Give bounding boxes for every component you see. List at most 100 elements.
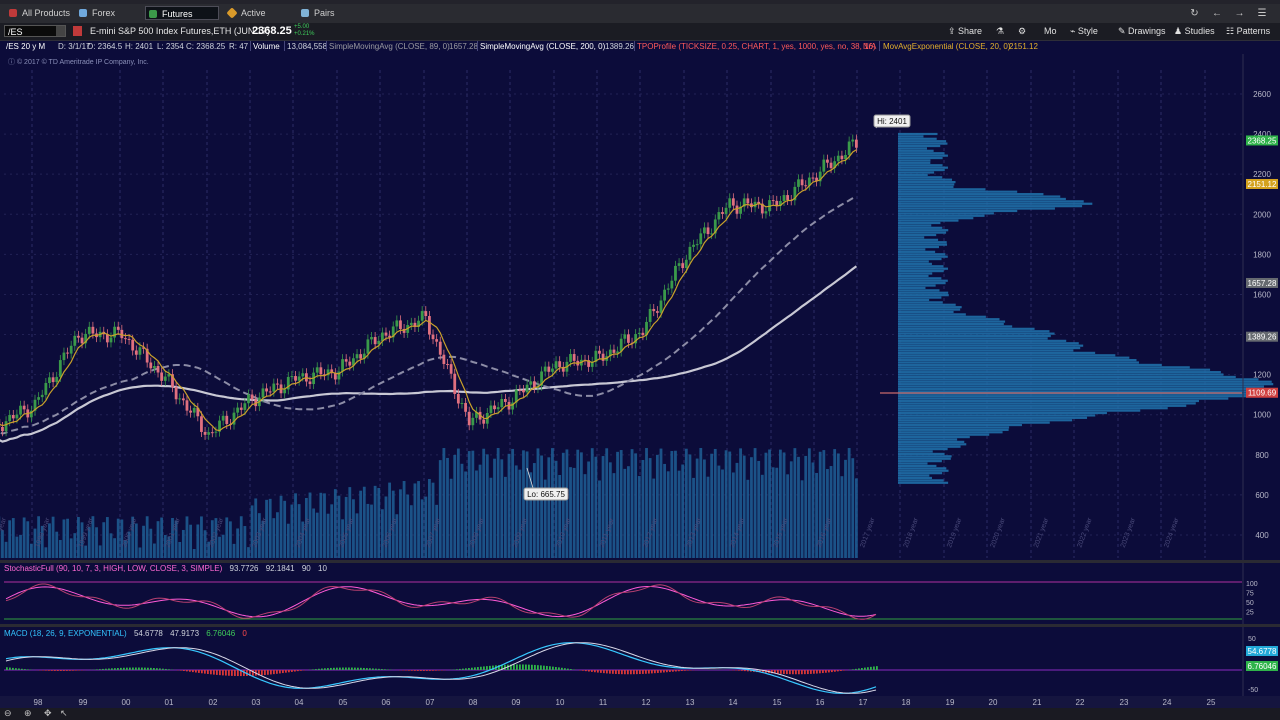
stochastic-title[interactable]: StochasticFull (90, 10, 7, 3, HIGH, LOW,… [4,564,222,573]
macd-histogram-bar [657,670,659,673]
volume-bar [496,448,500,558]
macd-histogram-bar [744,670,746,672]
candle-body [731,198,735,206]
volume-bar [590,448,594,558]
macd-histogram-bar [516,664,518,670]
candle-body [641,332,645,336]
volume-bar [181,529,185,558]
tpo-bar [898,270,944,273]
volume-bar [833,449,837,558]
volume-bar [536,448,540,558]
volume-bar [58,540,62,558]
candle-body [797,179,800,187]
volume-bar [409,505,413,558]
time-axis-label: 99 [79,698,88,707]
volume-bar [706,476,710,558]
tpo-bar [898,390,1264,393]
candle-body [518,389,522,391]
macd-histogram-bar [210,670,212,675]
macd-histogram-bar [522,664,524,670]
tpo-bar [898,241,947,244]
tpo-bar [898,426,1010,429]
time-axis-label: 01 [165,698,174,707]
macd-histogram-bar [57,670,59,671]
volume-bar [192,549,196,558]
tpo-bar [898,149,934,152]
volume-bar [333,489,337,558]
macd-histogram-bar [546,665,548,670]
volume-bar [373,485,377,558]
macd-histogram-bar [819,670,821,674]
candle-body [77,335,80,338]
macd-histogram-bar [24,669,26,670]
tpo-bar [898,472,943,475]
macd-histogram-bar [414,670,416,671]
tpo-bar [898,185,954,189]
candle-body [688,246,692,260]
macd-histogram-bar [75,670,77,671]
crosshair-icon[interactable]: ✥ [44,708,52,719]
volume-bar [116,518,120,558]
volume-bar [836,453,840,558]
candle-body [482,419,486,424]
macd-histogram-bar [336,667,338,670]
volume-bar [362,486,366,558]
zoom-in-icon[interactable]: ⊕ [24,708,32,719]
cursor-icon[interactable]: ↖ [60,708,68,719]
candle-body [551,368,554,372]
macd-histogram-bar [429,670,431,671]
macd-histogram-bar [630,670,632,675]
tpo-bar [898,479,944,482]
stochastic-panel: 25 50 75 100 [4,581,1258,620]
candle-body [449,364,453,374]
candle-body [221,415,225,421]
macd-tick-label: 50 [1248,636,1256,643]
macd-histogram-bar [816,670,818,674]
tpo-bar [898,171,935,174]
macd-histogram-bar [645,670,647,674]
tpo-bar [898,469,949,472]
candle-body [428,316,431,335]
macd-histogram-bar [804,670,806,675]
candle-body [684,259,688,269]
time-axis-label: 05 [339,698,348,707]
macd-histogram-bar [108,668,110,670]
tpo-bar [898,409,1141,412]
time-axis-label: 25 [1207,698,1216,707]
volume-bar [713,448,717,558]
sma89-line [0,195,857,435]
price-chart[interactable]: 4006008001000120014001600180020002200240… [0,0,1280,708]
candle-body [272,383,276,392]
volume-year-label: 2023 year [1120,516,1137,548]
macd-title[interactable]: MACD (18, 26, 9, EXPONENTIAL) [4,629,127,638]
tpo-bar [898,431,1003,434]
macd-histogram-bar [102,668,104,670]
macd-histogram-bar [366,668,368,670]
volume-bar [4,541,8,558]
tpo-bar [898,178,953,181]
zoom-out-icon[interactable]: ⊖ [4,708,12,719]
volume-bar [142,525,145,558]
tpo-bar [898,279,948,282]
time-axis-label: 10 [556,698,565,707]
volume-bar [442,448,446,558]
tpo-bar [898,320,1006,323]
tpo-bar [898,411,1107,415]
candle-body [800,179,804,186]
candle-body [453,373,457,394]
tpo-bar [898,402,1196,405]
macd-diff-value: 6.76046 [206,629,236,638]
volume-bar [109,533,113,558]
candle-body [44,383,48,395]
volume-bar [793,448,797,558]
volume-bar [540,455,543,558]
tpo-bar [898,159,931,162]
macd-histogram-bar [195,670,197,673]
tpo-bar [898,385,1264,388]
macd-histogram-bar [294,670,296,672]
tpo-bar [898,457,951,460]
macd-histogram-bar [222,670,224,676]
volume-bar [290,504,294,558]
tpo-bar [898,450,933,453]
macd-histogram-bar [831,670,833,673]
